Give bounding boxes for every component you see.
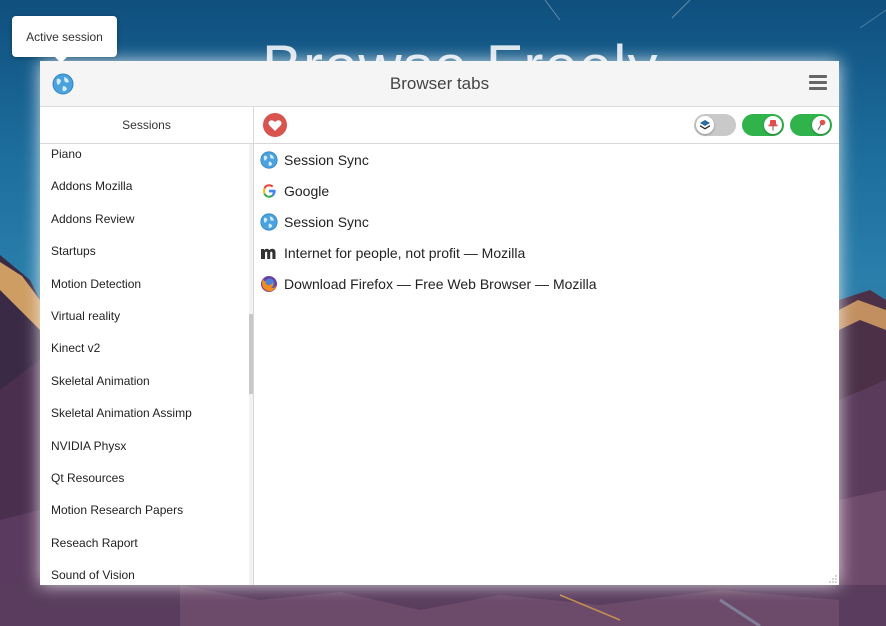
sessions-header-label: Sessions [122,118,171,132]
session-item[interactable]: Piano [40,144,248,176]
location-pin-icon [817,119,826,131]
tab-list: Session Sync Google Session Sync Internet f… [254,144,839,299]
tab-title: Session Sync [284,213,369,230]
browser-tabs-window: Browser tabs Sessions Piano Addons Mozill… [40,61,839,585]
layers-toggle[interactable] [694,114,736,136]
tab-item[interactable]: Download Firefox — Free Web Browser — Mo… [254,268,839,299]
resize-grip-icon[interactable] [829,575,837,583]
window-title: Browser tabs [389,74,490,93]
session-item[interactable]: NVIDIA Physx [40,436,248,468]
session-item[interactable]: Skeletal Animation Assimp [40,403,248,435]
title-bar: Browser tabs [40,61,839,107]
session-item[interactable]: Motion Detection [40,274,248,306]
session-item[interactable]: Skeletal Animation [40,371,248,403]
pin-icon [768,120,778,131]
firefox-icon [260,275,278,293]
tab-title: Session Sync [284,151,369,168]
tab-title: Google [284,182,330,199]
session-item[interactable]: Virtual reality [40,306,248,338]
location-toggle[interactable] [790,114,832,136]
tab-item[interactable]: Internet for people, not profit — Mozill… [254,237,839,268]
mozilla-icon [260,244,278,262]
tab-item[interactable]: Google [254,175,839,206]
tab-title: Internet for people, not profit — Mozill… [284,244,526,261]
layers-icon [700,120,710,130]
google-icon [260,182,278,200]
globe-icon [260,212,278,231]
globe-icon [260,150,278,169]
session-item[interactable]: Sound of Vision [40,565,248,585]
tabs-toolbar [254,107,839,144]
session-list: Piano Addons Mozilla Addons Review Startups… [40,144,248,585]
session-item[interactable]: Kinect v2 [40,338,248,370]
tab-item[interactable]: Session Sync [254,206,839,237]
sessions-header: Sessions [40,107,253,144]
sessions-scrollbar[interactable] [249,144,253,585]
heart-icon [268,119,282,131]
tabs-panel: Session Sync Google Session Sync Internet f… [254,107,839,585]
tooltip-text: Active session [26,29,103,44]
session-item[interactable]: Addons Mozilla [40,176,248,208]
favorite-button[interactable] [263,113,287,137]
hamburger-menu-icon[interactable] [809,75,827,92]
tab-item[interactable]: Session Sync [254,144,839,175]
session-item[interactable]: Startups [40,241,248,273]
sessions-scroll-thumb[interactable] [249,314,253,394]
tab-title: Download Firefox — Free Web Browser — Mo… [284,275,597,292]
session-item[interactable]: Motion Research Papers [40,500,248,532]
pin-toggle[interactable] [742,114,784,136]
active-session-tooltip: Active session [12,16,117,57]
sessions-sidebar: Sessions Piano Addons Mozilla Addons Revie… [40,107,254,585]
session-item[interactable]: Qt Resources [40,468,248,500]
session-item[interactable]: Addons Review [40,209,248,241]
session-item[interactable]: Reseach Raport [40,533,248,565]
